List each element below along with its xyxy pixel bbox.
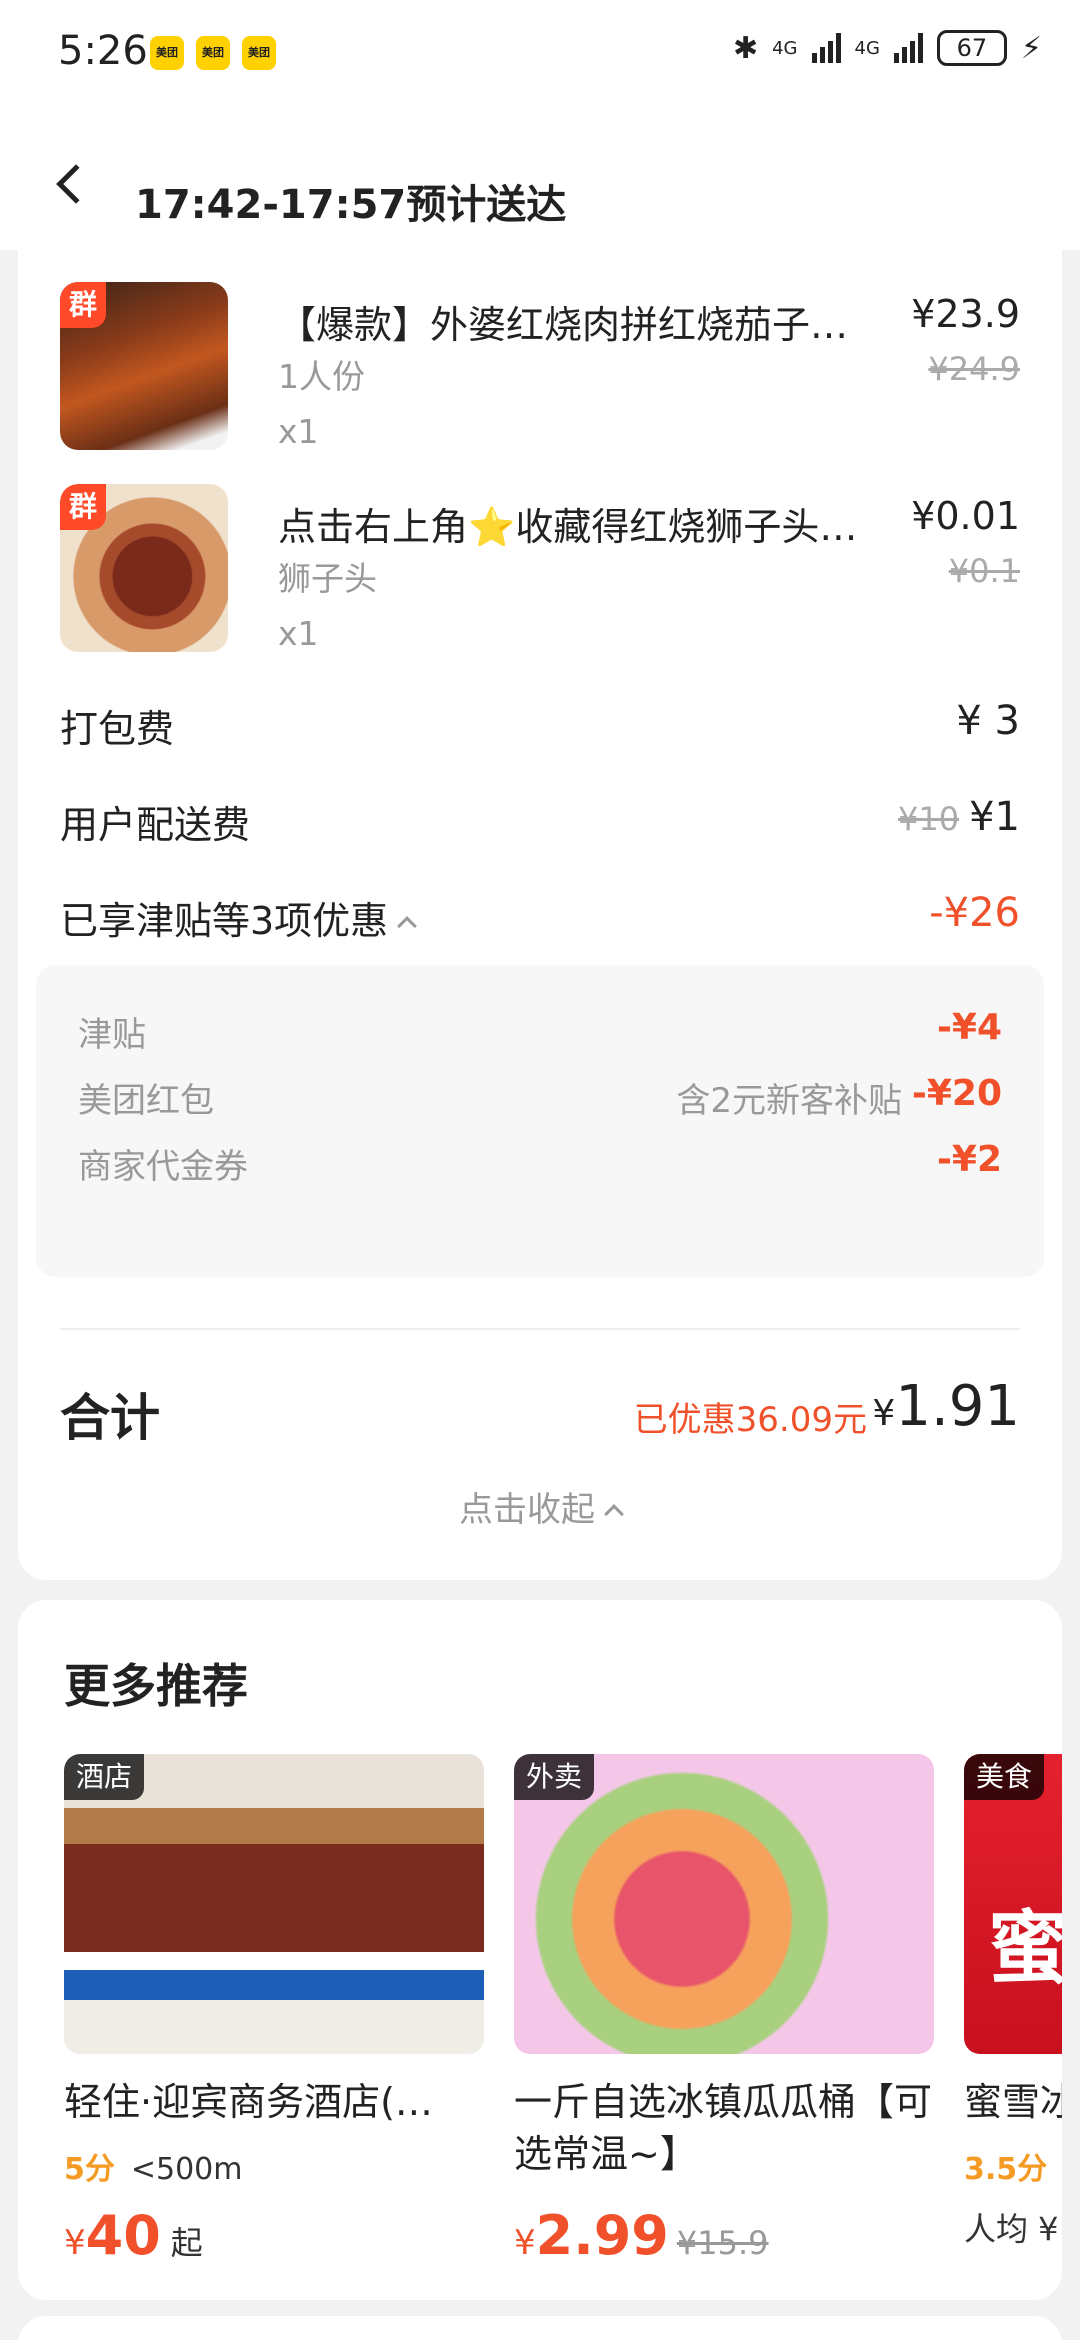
recommend-name: 蜜雪冰 (964, 2080, 1062, 2124)
item-thumbnail: 群 (60, 484, 228, 652)
discount-label: 美团红包 (78, 1081, 214, 1121)
delivery-fee-original: ¥10 (898, 800, 960, 838)
recommend-price: ¥40 起 (64, 2204, 203, 2267)
total-saved: 已优惠36.09元 (633, 1400, 867, 1440)
total-label: 合计 (60, 1389, 160, 1447)
currency-symbol: ¥ (514, 2223, 536, 2263)
recommend-item-food[interactable]: 美食 蜜 蜜雪冰 3.5分 人均 ¥ (964, 1754, 1062, 2254)
price-suffix: 起 (170, 2224, 203, 2262)
discount-details: 津贴 -¥4 美团红包 含2元新客补贴 -¥20 商家代金券 -¥2 (36, 965, 1044, 1277)
price-value: 40 (85, 2204, 161, 2267)
item-original-price: ¥0.1 (948, 552, 1020, 590)
delivery-fee-label: 用户配送费 (60, 803, 251, 847)
total-amount-value: 1.91 (895, 1374, 1020, 1439)
packing-fee-label: 打包费 (60, 707, 175, 751)
delivery-fee-value: ¥10 ¥1 (898, 794, 1020, 840)
packing-fee-row: 打包费 ¥ 3 (60, 698, 1020, 758)
recommend-meta: 5分 <500m (64, 2144, 243, 2188)
recommend-image: 酒店 (64, 1754, 484, 2054)
currency-symbol: ¥ (64, 2223, 86, 2263)
item-price: ¥23.9 (911, 292, 1020, 336)
next-section-card (18, 2316, 1062, 2340)
delivery-fee-row: 用户配送费 ¥10 ¥1 (60, 794, 1020, 854)
order-item[interactable]: 群 【爆款】外婆红烧肉拼红烧茄子… 1人份 x1 ¥23.9 ¥24.9 (60, 282, 1020, 452)
discount-value: -¥20 (911, 1073, 1002, 1114)
recommend-item-hotel[interactable]: 酒店 轻住·迎宾商务酒店(… 5分 <500m ¥40 起 (64, 1754, 484, 2267)
discount-note: 含2元新客补贴 (676, 1081, 902, 1121)
network-type-2: 4G (854, 37, 880, 59)
category-tag: 酒店 (64, 1754, 145, 1800)
status-time: 5:26 (58, 28, 148, 74)
meituan-app-icon: 美团 (196, 36, 230, 70)
price-value: 2.99 (535, 2204, 669, 2267)
bluetooth-icon: ✱ (732, 30, 759, 66)
group-tag: 群 (60, 484, 106, 530)
item-quantity: x1 (278, 412, 319, 451)
discount-summary-text: 已享津贴等3项优惠 (60, 899, 389, 943)
meituan-app-icon: 美团 (150, 36, 184, 70)
item-spec: 狮子头 (278, 559, 377, 598)
item-name: 【爆款】外婆红烧肉拼红烧茄子… (278, 303, 849, 347)
recommend-price: ¥2.99 ¥15.9 (514, 2204, 768, 2267)
discount-summary-value: -¥26 (929, 890, 1020, 936)
chevron-up-icon (604, 1503, 624, 1524)
discount-row-voucher: 商家代金券 -¥2 (78, 1139, 1002, 1189)
charging-icon: ⚡ (1020, 30, 1042, 66)
order-detail-card: 群 【爆款】外婆红烧肉拼红烧茄子… 1人份 x1 ¥23.9 ¥24.9 群 点… (18, 250, 1062, 1580)
category-tag: 美食 (964, 1754, 1045, 1800)
discount-row-red-packet: 美团红包 含2元新客补贴 -¥20 (78, 1073, 1002, 1123)
total-amount: ¥1.91 (872, 1374, 1020, 1439)
rating: 5分 (64, 2152, 115, 2187)
category-tag: 外卖 (514, 1754, 595, 1800)
item-quantity: x1 (278, 614, 319, 653)
distance: <500m (130, 2152, 243, 2187)
collapse-button[interactable]: 点击收起 (18, 1482, 1062, 1531)
signal-icon (893, 33, 923, 63)
status-bar: 5:26 美团 美团 美团 ✱ 4G 4G 67 ⚡ (0, 0, 1080, 110)
rating: 3.5分 (964, 2152, 1048, 2187)
recommend-title: 更多推荐 (64, 1659, 248, 1713)
discount-label: 商家代金券 (78, 1147, 248, 1187)
battery-icon: 67 (936, 30, 1007, 66)
back-arrow-icon[interactable] (56, 164, 96, 204)
collapse-label: 点击收起 (459, 1490, 595, 1530)
discount-row-allowance: 津贴 -¥4 (78, 1007, 1002, 1057)
recommend-image: 美食 蜜 (964, 1754, 1062, 2054)
item-spec: 1人份 (278, 357, 365, 396)
recommend-name: 轻住·迎宾商务酒店(… (64, 2080, 433, 2124)
group-tag: 群 (60, 282, 106, 328)
page-header: 17:42-17:57预计送达 (0, 110, 1080, 250)
recommend-item-takeout[interactable]: 外卖 一斤自选冰镇瓜瓜桶【可选常温~】 ¥2.99 ¥15.9 (514, 1754, 934, 2267)
brand-logo-text: 蜜 (988, 1901, 1062, 1995)
network-type-1: 4G (772, 37, 798, 59)
packing-fee-value: ¥ 3 (956, 698, 1020, 744)
signal-icon (811, 33, 841, 63)
delivery-fee-actual: ¥1 (969, 794, 1020, 840)
item-name: 点击右上角⭐收藏得红烧狮子头… (278, 505, 858, 549)
item-price: ¥0.01 (911, 494, 1020, 538)
status-icons: ✱ 4G 4G 67 ⚡ (733, 30, 1042, 66)
discount-summary-label: 已享津贴等3项优惠 (60, 890, 418, 945)
discount-value: -¥2 (936, 1139, 1002, 1180)
notification-badges: 美团 美团 美团 (150, 36, 276, 70)
recommend-price: 人均 ¥ (964, 2210, 1059, 2248)
original-price: ¥15.9 (676, 2224, 769, 2262)
item-thumbnail: 群 (60, 282, 228, 450)
recommend-meta: 3.5分 (964, 2144, 1062, 2188)
page-title: 17:42-17:57预计送达 (135, 182, 567, 228)
currency-symbol: ¥ (872, 1393, 896, 1434)
divider (60, 1328, 1020, 1330)
recommend-image: 外卖 (514, 1754, 934, 2054)
discount-value: -¥4 (936, 1007, 1002, 1048)
recommend-name: 一斤自选冰镇瓜瓜桶【可选常温~】 (514, 2080, 933, 2176)
recommend-section: 更多推荐 酒店 轻住·迎宾商务酒店(… 5分 <500m ¥40 起 外卖 一斤自选… (18, 1600, 1062, 2300)
meituan-app-icon: 美团 (242, 36, 276, 70)
discount-summary-row[interactable]: 已享津贴等3项优惠 -¥26 (60, 890, 1020, 950)
discount-label: 津贴 (78, 1015, 146, 1055)
item-original-price: ¥24.9 (928, 350, 1020, 388)
order-item[interactable]: 群 点击右上角⭐收藏得红烧狮子头… 狮子头 x1 ¥0.01 ¥0.1 (60, 484, 1020, 654)
chevron-up-icon (397, 915, 418, 936)
